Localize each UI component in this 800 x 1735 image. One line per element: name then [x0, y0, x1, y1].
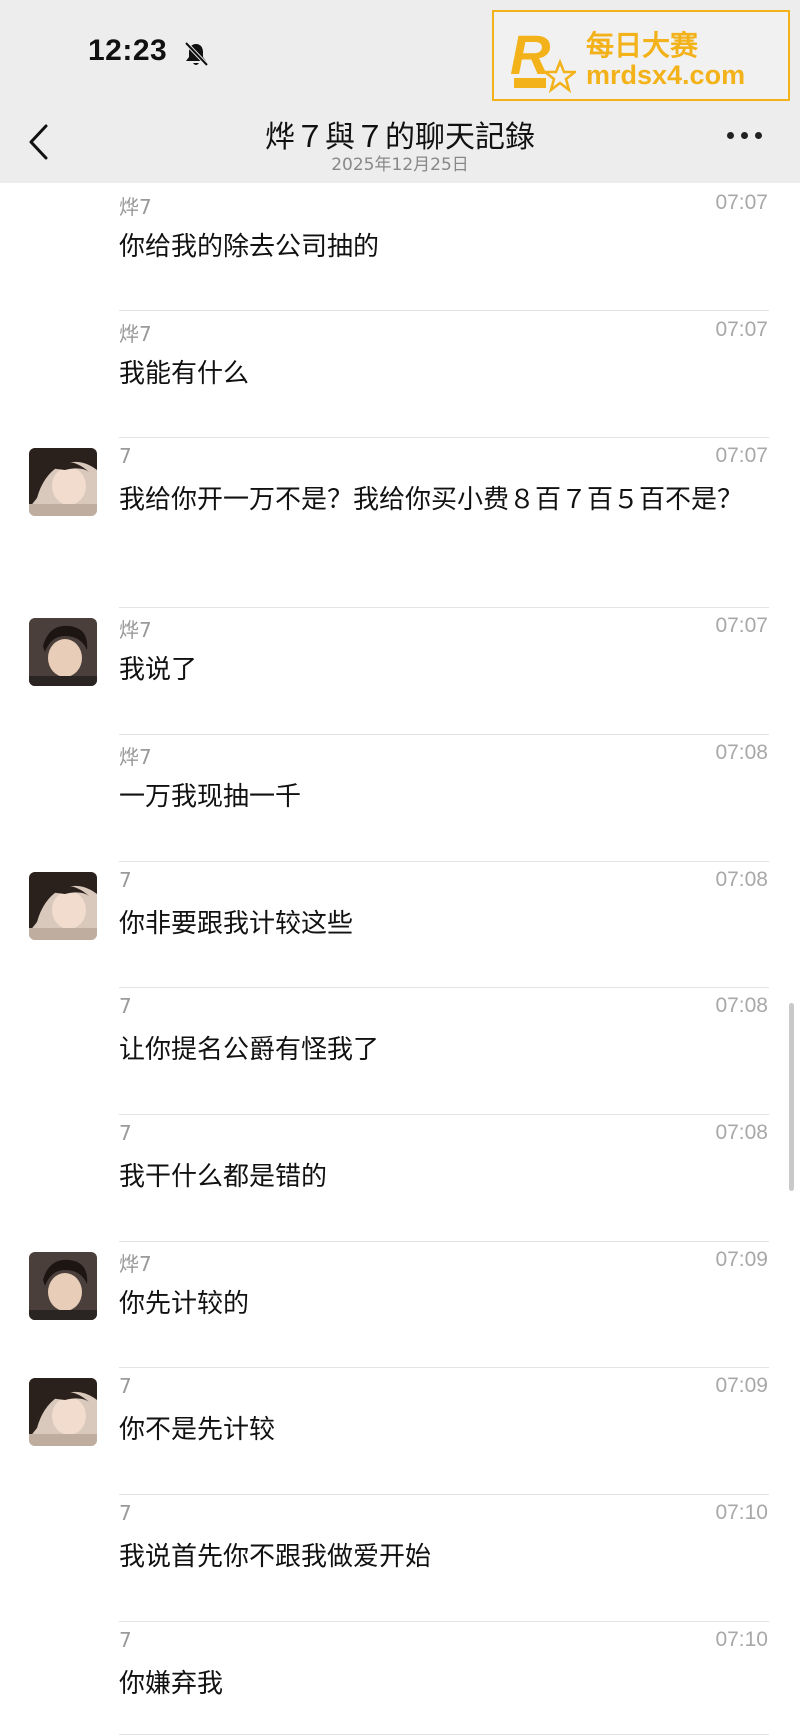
message-row: 烨7 07:09 你先计较的	[0, 1242, 800, 1368]
message-text: 你非要跟我计较这些	[119, 909, 354, 939]
svg-text:R: R	[510, 23, 551, 86]
status-time: 12:23	[88, 34, 168, 67]
sender-name: 7	[119, 994, 132, 1018]
message-row: 7 07:08 让你提名公爵有怪我了	[0, 988, 800, 1115]
avatar[interactable]	[29, 618, 97, 686]
sender-name: 7	[119, 1628, 132, 1652]
watermark-url: mrdsx4.com	[586, 60, 746, 90]
header-bar: 12:23 R 每日大赛 mrdsx4.com 烨７與７的聊天記錄 2025年1…	[0, 0, 800, 183]
message-text: 我干什么都是错的	[119, 1162, 328, 1192]
message-row: 7 07:09 你不是先计较	[0, 1368, 800, 1495]
message-time: 07:07	[715, 318, 768, 341]
message-text: 你不是先计较	[119, 1415, 276, 1445]
message-row: 7 07:08 你非要跟我计较这些	[0, 862, 800, 988]
avatar[interactable]	[29, 1378, 97, 1446]
message-time: 07:10	[715, 1501, 768, 1524]
bell-muted-icon	[184, 41, 209, 67]
sender-name: 7	[119, 1374, 132, 1398]
sender-name: 烨7	[119, 745, 152, 769]
message-text: 一万我现抽一千	[119, 782, 302, 812]
message-time: 07:07	[715, 614, 768, 637]
sender-name: 7	[119, 1501, 132, 1525]
message-time: 07:08	[715, 1121, 768, 1144]
sender-name: 烨7	[119, 195, 152, 219]
message-time: 07:10	[715, 1628, 768, 1651]
message-time: 07:08	[715, 741, 768, 764]
message-row: 7 07:07 我给你开一万不是？我给你买小费８百７百５百不是？	[0, 438, 800, 608]
more-dots-icon[interactable]	[727, 132, 769, 146]
sender-name: 7	[119, 868, 132, 892]
message-text: 让你提名公爵有怪我了	[119, 1035, 380, 1065]
message-text: 我给你开一万不是？我给你买小费８百７百５百不是？	[119, 485, 744, 515]
chat-date: 2025年12月25日	[331, 155, 469, 175]
message-row: 7 07:10 我说首先你不跟我做爱开始	[0, 1495, 800, 1622]
message-row: 烨7 07:08 一万我现抽一千	[0, 735, 800, 862]
message-time: 07:08	[715, 868, 768, 891]
message-time: 07:09	[715, 1374, 768, 1397]
sender-name: 烨7	[119, 322, 152, 346]
watermark-logo: R 每日大赛 mrdsx4.com	[492, 10, 790, 101]
message-text: 你先计较的	[119, 1289, 250, 1319]
message-row: 烨7 07:07 我能有什么	[0, 312, 800, 438]
message-time: 07:07	[715, 444, 768, 467]
sender-name: 7	[119, 444, 132, 468]
message-row: 7 07:08 我干什么都是错的	[0, 1115, 800, 1242]
avatar[interactable]	[29, 1252, 97, 1320]
scrollbar[interactable]	[789, 1003, 794, 1191]
message-row: 烨7 07:07 我说了	[0, 608, 800, 735]
message-time: 07:08	[715, 994, 768, 1017]
sender-name: 烨7	[119, 1252, 152, 1276]
avatar[interactable]	[29, 872, 97, 940]
message-time: 07:07	[715, 191, 768, 214]
message-divider	[119, 310, 769, 311]
message-text: 我说了	[119, 655, 198, 685]
sender-name: 7	[119, 1121, 132, 1145]
message-time: 07:09	[715, 1248, 768, 1271]
message-text: 你嫌弃我	[119, 1669, 224, 1699]
message-text: 我能有什么	[119, 359, 250, 389]
sender-name: 烨7	[119, 618, 152, 642]
message-row: 烨7 07:07 你给我的除去公司抽的	[0, 185, 800, 311]
message-row: 7 07:10 你嫌弃我	[0, 1622, 800, 1735]
logo-r-star-icon: R	[510, 23, 576, 94]
watermark-title: 每日大赛	[586, 29, 699, 62]
message-text: 你给我的除去公司抽的	[119, 232, 380, 262]
message-text: 我说首先你不跟我做爱开始	[119, 1542, 432, 1572]
avatar[interactable]	[29, 448, 97, 516]
